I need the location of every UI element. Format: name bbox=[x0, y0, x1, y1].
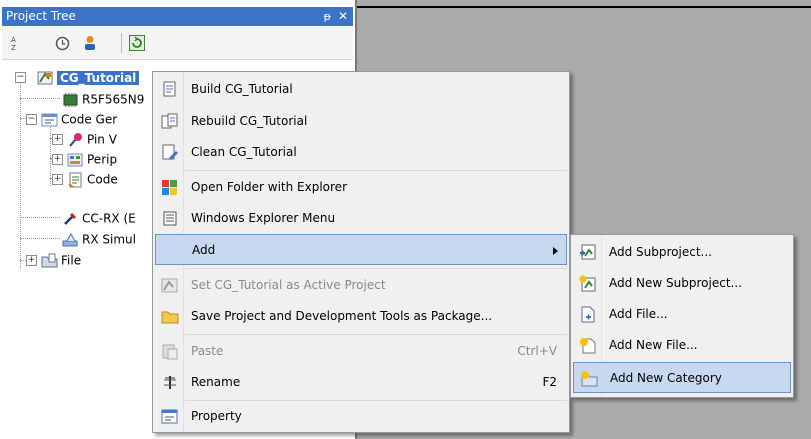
menu-item-rebuild[interactable]: Rebuild CG_Tutorial bbox=[155, 106, 567, 137]
submenu-item-add-new-category[interactable]: Add New Category bbox=[573, 362, 791, 393]
menu-item-label: Rename bbox=[191, 375, 241, 389]
explorer-menu-icon bbox=[163, 211, 177, 226]
menu-item-rename[interactable]: Rename F2 bbox=[155, 367, 567, 398]
peripheral-icon bbox=[67, 153, 83, 166]
menu-item-property[interactable]: Property bbox=[155, 401, 567, 432]
menu-item-set-active[interactable]: Set CG_Tutorial as Active Project bbox=[155, 270, 567, 301]
add-new-subproject-icon bbox=[579, 275, 596, 292]
menu-item-label: Add Subproject... bbox=[609, 245, 712, 259]
expand-icon[interactable]: + bbox=[52, 174, 63, 185]
svg-text:Z: Z bbox=[11, 44, 16, 51]
menu-item-explorer-menu[interactable]: Windows Explorer Menu bbox=[155, 203, 567, 234]
package-icon bbox=[161, 311, 179, 324]
menu-item-label: Add New Category bbox=[610, 371, 722, 385]
add-subproject-icon bbox=[580, 244, 596, 260]
menu-separator bbox=[185, 170, 567, 171]
rename-icon bbox=[164, 376, 176, 389]
menu-item-label: Paste bbox=[191, 344, 224, 358]
menu-item-label: Save Project and Development Tools as Pa… bbox=[191, 309, 493, 323]
add-submenu: Add Subproject... Add New Subproject... … bbox=[570, 234, 794, 398]
sort-az-icon[interactable]: AZ bbox=[8, 35, 24, 51]
tree-item-label: Code bbox=[87, 172, 118, 187]
menu-item-label: Add File... bbox=[609, 307, 668, 321]
expand-icon[interactable]: + bbox=[52, 154, 63, 165]
rebuild-icon bbox=[161, 113, 178, 129]
tree-item-label: Pin V bbox=[87, 132, 117, 147]
active-project-icon bbox=[161, 278, 178, 293]
paste-icon bbox=[162, 344, 178, 360]
tree-item-label: CC-RX (E bbox=[82, 211, 136, 226]
build-icon bbox=[163, 81, 176, 97]
close-icon[interactable]: ✕ bbox=[338, 7, 348, 26]
menu-item-label: Rebuild CG_Tutorial bbox=[191, 114, 308, 128]
menu-item-label: Add bbox=[192, 243, 216, 257]
tree-item-label: File bbox=[61, 253, 82, 268]
submenu-item-add-new-subproject[interactable]: Add New Subproject... bbox=[573, 268, 791, 299]
context-menu: Build CG_Tutorial Rebuild CG_Tutorial Cl… bbox=[152, 71, 570, 433]
panel-title-bar: Project Tree ᵽ ✕ bbox=[2, 7, 353, 26]
menu-shortcut: Ctrl+V bbox=[517, 344, 557, 358]
panel-title: Project Tree bbox=[6, 9, 76, 23]
code-generator-icon bbox=[41, 113, 58, 126]
simulator-icon bbox=[62, 232, 78, 246]
menu-item-save-package[interactable]: Save Project and Development Tools as Pa… bbox=[155, 301, 567, 332]
project-icon bbox=[37, 71, 53, 84]
submenu-item-add-new-file[interactable]: Add New File... bbox=[573, 330, 791, 361]
menu-item-label: Clean CG_Tutorial bbox=[191, 145, 297, 159]
toolbar-separator bbox=[121, 33, 122, 53]
menu-shortcut: F2 bbox=[542, 375, 557, 389]
code-icon bbox=[68, 172, 82, 188]
collapse-icon[interactable]: − bbox=[15, 72, 26, 83]
menu-item-label: Property bbox=[191, 409, 242, 423]
open-folder-icon bbox=[162, 180, 177, 195]
menu-item-clean[interactable]: Clean CG_Tutorial bbox=[155, 137, 567, 168]
clock-icon[interactable] bbox=[54, 35, 70, 51]
add-new-file-icon bbox=[580, 338, 596, 354]
tree-item-compiler[interactable]: CC-RX (E bbox=[62, 208, 136, 228]
add-category-icon bbox=[581, 371, 598, 387]
submenu-arrow-icon bbox=[553, 247, 558, 255]
menu-item-label: Set CG_Tutorial as Active Project bbox=[191, 278, 386, 292]
menu-separator bbox=[185, 334, 567, 335]
menu-item-paste[interactable]: Paste Ctrl+V bbox=[155, 336, 567, 367]
compiler-icon bbox=[64, 212, 77, 225]
tree-item-device[interactable]: R5F565N9 bbox=[62, 89, 144, 109]
tree-item-simulator[interactable]: RX Simul bbox=[62, 229, 136, 249]
menu-item-label: Build CG_Tutorial bbox=[191, 82, 293, 96]
menu-item-label: Windows Explorer Menu bbox=[191, 211, 336, 225]
submenu-item-add-file[interactable]: Add File... bbox=[573, 299, 791, 330]
expand-icon[interactable]: + bbox=[26, 255, 37, 266]
menu-item-label: Add New Subproject... bbox=[609, 276, 742, 290]
refresh-icon[interactable] bbox=[129, 35, 145, 51]
clean-icon bbox=[162, 144, 179, 161]
tree-item-label: Code Ger bbox=[61, 112, 118, 127]
person-icon[interactable] bbox=[82, 35, 98, 51]
panel-toolbar: AZ bbox=[2, 27, 353, 60]
tree-root-label: CG_Tutorial bbox=[57, 70, 140, 85]
menu-item-build[interactable]: Build CG_Tutorial bbox=[155, 74, 567, 105]
menu-item-label: Add New File... bbox=[609, 338, 698, 352]
menu-separator bbox=[185, 268, 567, 269]
menu-item-open-folder[interactable]: Open Folder with Explorer bbox=[155, 172, 567, 203]
expand-icon[interactable]: + bbox=[52, 134, 63, 145]
tree-item-label: R5F565N9 bbox=[82, 92, 145, 107]
pin-icon[interactable]: ᵽ bbox=[324, 7, 331, 26]
submenu-item-add-subproject[interactable]: Add Subproject... bbox=[573, 237, 791, 268]
menu-item-add[interactable]: Add bbox=[155, 234, 567, 265]
svg-text:A: A bbox=[11, 36, 16, 44]
folder-icon bbox=[41, 253, 58, 267]
menu-item-label: Open Folder with Explorer bbox=[191, 180, 347, 194]
chip-icon bbox=[63, 92, 78, 107]
tree-item-label: RX Simul bbox=[82, 232, 136, 247]
collapse-icon[interactable]: − bbox=[26, 114, 37, 125]
tree-item-label: Perip bbox=[87, 152, 118, 167]
add-file-icon bbox=[581, 306, 595, 323]
property-icon bbox=[161, 409, 178, 424]
pin-icon bbox=[69, 132, 82, 147]
